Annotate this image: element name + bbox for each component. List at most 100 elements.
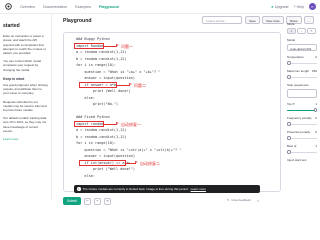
page-title: Playground	[63, 18, 92, 24]
nav-documentation[interactable]: Documentation	[43, 5, 67, 9]
nav-playground[interactable]: Playground	[99, 5, 119, 9]
code-line: b = random.randint(1,12)	[76, 134, 127, 139]
code-line: print("No.")	[76, 102, 119, 106]
frequency-penalty-value: 0	[315, 116, 317, 120]
history-button[interactable]: ⟲	[103, 197, 111, 205]
frequency-penalty-label: Frequency penalty	[287, 116, 312, 120]
frequency-penalty-slider[interactable]	[287, 122, 317, 126]
help-label: Help	[296, 4, 304, 9]
submit-button[interactable]: Submit	[63, 197, 81, 205]
presence-penalty-value: 0	[315, 130, 317, 134]
arrowhead-icon	[135, 161, 138, 163]
star-icon: ★	[270, 4, 274, 9]
code-line: question = "What is "+a+" x "+b+"? "	[76, 69, 161, 74]
judgment-text: Use good judgment when sharing outputs, …	[3, 83, 48, 96]
stop-sequences-label: Stop sequences	[287, 83, 309, 87]
max-length-label: Maximum length	[287, 69, 310, 73]
feedback-link[interactable]: ✎ Give feedback	[227, 198, 251, 202]
model-value: code-davinci-002	[290, 46, 312, 51]
help-link[interactable]: ? Help	[294, 5, 304, 9]
code-line: print (Well done!)	[76, 89, 131, 93]
model-text: You can control which model completes yo…	[3, 59, 42, 72]
top-p-slider[interactable]	[287, 108, 317, 112]
code-line: for i in range(10):	[76, 141, 117, 145]
code-line: a = random.randint(1,12)	[76, 128, 127, 132]
notice-text: The Codex models are currently in limite…	[82, 187, 189, 191]
keep-in-mind-heading: Keep in mind	[3, 76, 25, 81]
best-of-value: 1	[315, 144, 317, 148]
issue-highlight-box	[74, 42, 104, 49]
avatar[interactable]: P	[309, 3, 316, 10]
code-line: question = "What is "+str(a)+" x "+str(b…	[76, 147, 182, 152]
issue-label: 问题二	[134, 82, 146, 88]
fix-label: 自动修复二	[140, 160, 160, 166]
code-line: for i in range(10):	[76, 63, 117, 67]
complete-mode-icon: ≡	[290, 29, 293, 33]
undo-button[interactable]: ↶	[83, 197, 91, 205]
fix-highlight-box	[79, 159, 126, 166]
fix-highlight-box	[74, 120, 104, 127]
openai-logo-icon[interactable]	[4, 3, 12, 11]
presence-penalty-slider[interactable]	[287, 136, 317, 140]
code-line: else:	[76, 173, 95, 178]
code-line: answer = input(question)	[76, 76, 136, 80]
notice-learn-more-link[interactable]: Learn more	[191, 187, 206, 191]
feedback-icon: ✎	[227, 198, 230, 202]
prompt-editor[interactable]: ### Buggy Python import Random a = rando…	[63, 32, 281, 192]
temperature-row: Temperature 0	[287, 55, 317, 59]
code-line: print ("Well done!")	[76, 167, 136, 171]
max-length-value: 256	[311, 69, 317, 73]
view-code-button[interactable]: View code	[261, 16, 284, 24]
top-nav: Overview Documentation Examples Playgrou…	[0, 0, 320, 14]
insert-mode-icon: ↓	[300, 29, 303, 33]
mode-row: Mode	[287, 22, 317, 26]
inject-start-row: Inject start text	[287, 158, 317, 162]
panel-title: started	[3, 23, 20, 29]
issue-label: 问题一	[121, 43, 133, 49]
playground-main: Playground Load a preset... Save View co…	[53, 14, 315, 205]
get-started-panel: started Enter an instruction or select a…	[0, 14, 52, 200]
top-p-row: Top P 1	[287, 102, 317, 106]
help-icon: ?	[293, 4, 296, 9]
mode-edit-button[interactable]: ✎	[307, 28, 316, 34]
action-row: Submit ↶ ↷ ⟲	[63, 197, 111, 205]
model-label: Model	[287, 38, 296, 42]
history-icon: ⟲	[106, 199, 109, 203]
upgrade-link[interactable]: ★ Upgrade	[271, 5, 289, 9]
redo-button[interactable]: ↷	[93, 197, 101, 205]
edit-mode-icon: ✎	[310, 29, 313, 33]
best-of-row: Best of 1	[287, 144, 317, 148]
temperature-label: Temperature	[287, 55, 304, 59]
info-icon: i	[77, 187, 81, 191]
settings-sidebar: Mode ≡ ↓ ✎ Model code-davinci-002 Temper…	[284, 14, 320, 200]
mode-toggle: ≡ ↓ ✎	[287, 28, 317, 34]
stop-sequences-input[interactable]	[287, 89, 317, 98]
nav-overview[interactable]: Overview	[20, 5, 35, 9]
presence-penalty-label: Presence penalty	[287, 130, 311, 134]
preset-select[interactable]: Load a preset...	[202, 16, 242, 24]
mode-insert-button[interactable]: ↓	[297, 28, 306, 34]
undo-icon: ↶	[86, 199, 89, 203]
token-count: 0	[257, 199, 259, 203]
max-length-slider[interactable]	[287, 75, 317, 79]
nav-examples[interactable]: Examples	[75, 5, 91, 9]
best-of-slider[interactable]	[287, 150, 317, 154]
learn-more-link[interactable]: Learn more	[3, 137, 18, 141]
arrowhead-icon	[129, 83, 132, 85]
temperature-slider[interactable]	[287, 61, 317, 65]
code-line: answer = input(question)	[76, 154, 136, 158]
stop-sequences-row: Stop sequences	[287, 83, 317, 87]
cutoff-text: Our default models' training data cuts o…	[3, 116, 47, 133]
redo-icon: ↷	[96, 199, 99, 203]
save-button[interactable]: Save	[245, 16, 260, 24]
top-p-value: 1	[315, 102, 317, 106]
mode-label: Mode	[287, 22, 295, 26]
upgrade-label: Upgrade	[274, 4, 289, 9]
training-text: Requests submitted to our models may be …	[3, 99, 47, 113]
frequency-penalty-row: Frequency penalty 0	[287, 116, 317, 120]
model-select[interactable]: code-davinci-002	[287, 44, 317, 51]
feedback-label: Give feedback	[231, 198, 251, 202]
issue-highlight-box	[79, 81, 117, 88]
arrowhead-icon	[116, 122, 119, 124]
mode-complete-button[interactable]: ≡	[287, 28, 296, 34]
